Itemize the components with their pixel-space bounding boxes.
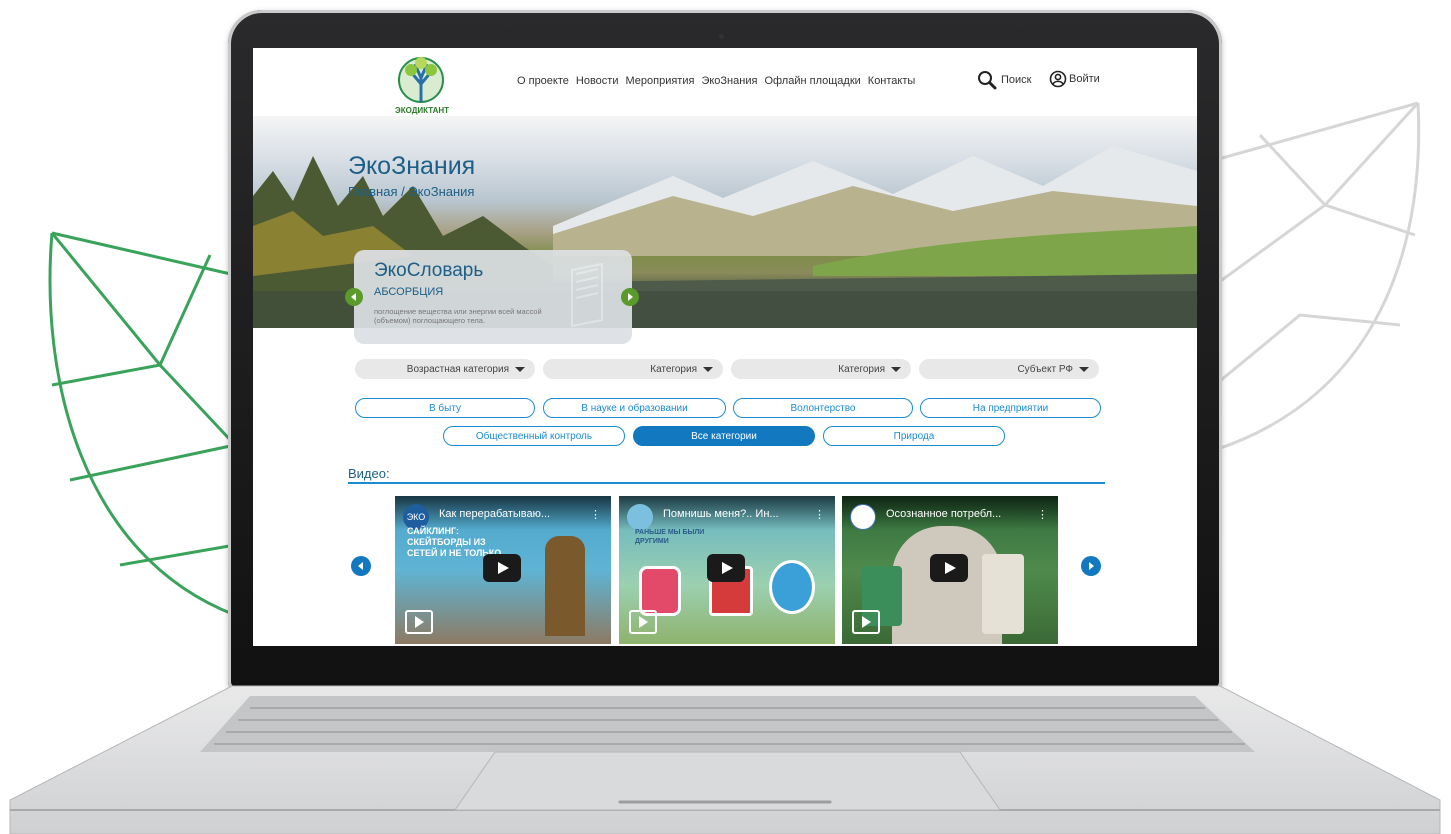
category-select-2-value: Категория	[838, 363, 885, 375]
chip-science-education[interactable]: В науке и образовании	[543, 398, 726, 418]
chip-household[interactable]: В быту	[355, 398, 535, 418]
nav-link-about[interactable]: О проекте	[517, 75, 569, 87]
videos-divider	[348, 482, 1105, 484]
nav-link-news[interactable]: Новости	[576, 75, 619, 87]
region-select[interactable]: Субъект РФ	[919, 359, 1099, 379]
clapperboard-icon	[852, 610, 880, 634]
category-select-2[interactable]: Категория	[731, 359, 911, 379]
bottle-figure	[769, 560, 815, 614]
can-figure	[639, 566, 681, 616]
play-icon[interactable]	[930, 554, 968, 582]
search-button[interactable]: Поиск	[977, 70, 1031, 90]
video-card-1[interactable]: ЭКО Как перерабатываю... ⋮ САЙКЛИНГ: СКЕ…	[395, 496, 611, 644]
video-card-2[interactable]: Помнишь меня?.. Ин... ⋮ РАНЬШЕ МЫ БЫЛИ Д…	[619, 496, 835, 644]
nav-link-ecoknowledge[interactable]: ЭкоЗнания	[701, 75, 757, 87]
dictionary-definition: поглощение вещества или энергии всей мас…	[374, 307, 542, 325]
breadcrumb: Главная / ЭкоЗнания	[348, 184, 475, 199]
video-thumbnail-figure	[545, 536, 585, 636]
dictionary-title: ЭкоСловарь	[374, 260, 484, 281]
more-options-icon[interactable]: ⋮	[590, 508, 601, 521]
laptop-base	[9, 685, 1441, 834]
videos-prev-button[interactable]	[351, 556, 371, 576]
videos-heading: Видео:	[348, 466, 390, 481]
chevron-down-icon	[703, 366, 713, 372]
age-category-select[interactable]: Возрастная категория	[355, 359, 535, 379]
clapperboard-icon	[405, 610, 433, 634]
dictionary-prev-button[interactable]	[345, 288, 363, 306]
video-title: Осознанное потребл...	[886, 508, 1002, 520]
play-icon[interactable]	[483, 554, 521, 582]
chevron-down-icon	[515, 366, 525, 372]
chip-all-categories[interactable]: Все категории	[633, 426, 815, 446]
browser-screen: ЭКОДИКТАНТ О проекте Новости Мероприятия…	[253, 48, 1197, 646]
login-button[interactable]: Войти	[1049, 70, 1100, 88]
chevron-left-icon	[351, 293, 356, 301]
category-select-1[interactable]: Категория	[543, 359, 723, 379]
eco-dictionary-card: ЭкоСловарь АБСОРБЦИЯ поглощение вещества…	[354, 250, 632, 344]
more-options-icon[interactable]: ⋮	[1037, 508, 1048, 521]
clapperboard-icon	[629, 610, 657, 634]
search-icon	[978, 71, 997, 90]
dictionary-next-button[interactable]	[621, 288, 639, 306]
logo-text: ЭКОДИКТАНТ	[395, 106, 450, 115]
video-card-3[interactable]: Осознанное потребл... ⋮	[842, 496, 1058, 644]
nav-link-contacts[interactable]: Контакты	[868, 75, 916, 87]
nav-link-offline-sites[interactable]: Офлайн площадки	[764, 75, 860, 87]
video-title: Помнишь меня?.. Ин...	[663, 508, 779, 520]
videos-next-button[interactable]	[1081, 556, 1101, 576]
region-select-value: Субъект РФ	[1017, 363, 1073, 375]
chevron-left-icon	[358, 562, 363, 570]
chip-volunteering[interactable]: Волонтерство	[733, 398, 913, 418]
dictionary-word: АБСОРБЦИЯ	[374, 286, 444, 298]
chevron-right-icon	[628, 293, 633, 301]
nav-link-events[interactable]: Мероприятия	[625, 75, 694, 87]
age-category-select-value: Возрастная категория	[406, 363, 509, 375]
more-options-icon[interactable]: ⋮	[814, 508, 825, 521]
page-title: ЭкоЗнания	[348, 152, 476, 180]
top-navigation: ЭКОДИКТАНТ О проекте Новости Мероприятия…	[253, 48, 1197, 120]
filter-selects: Возрастная категория Категория Категория…	[355, 359, 1099, 379]
chip-nature[interactable]: Природа	[823, 426, 1005, 446]
grey-leaf-decoration	[1214, 101, 1421, 452]
green-leaf-decoration	[48, 231, 237, 617]
video-title: Как перерабатываю...	[439, 508, 551, 520]
chip-enterprise[interactable]: На предприятии	[920, 398, 1101, 418]
category-select-1-value: Категория	[650, 363, 697, 375]
user-icon	[1049, 70, 1067, 88]
laptop-camera	[719, 34, 724, 39]
channel-avatar	[627, 504, 653, 530]
glass-figure	[982, 554, 1024, 634]
video-overlay-text: РАНЬШЕ МЫ БЫЛИ ДРУГИМИ	[635, 529, 705, 545]
chevron-right-icon	[1089, 562, 1094, 570]
chevron-down-icon	[1079, 366, 1089, 372]
login-label: Войти	[1069, 73, 1100, 85]
nav-links: О проекте Новости Мероприятия ЭкоЗнания …	[517, 75, 922, 87]
chip-public-control[interactable]: Общественный контроль	[443, 426, 625, 446]
chevron-down-icon	[891, 366, 901, 372]
play-icon[interactable]	[707, 554, 745, 582]
channel-avatar	[850, 504, 876, 530]
search-label: Поиск	[1001, 74, 1032, 86]
